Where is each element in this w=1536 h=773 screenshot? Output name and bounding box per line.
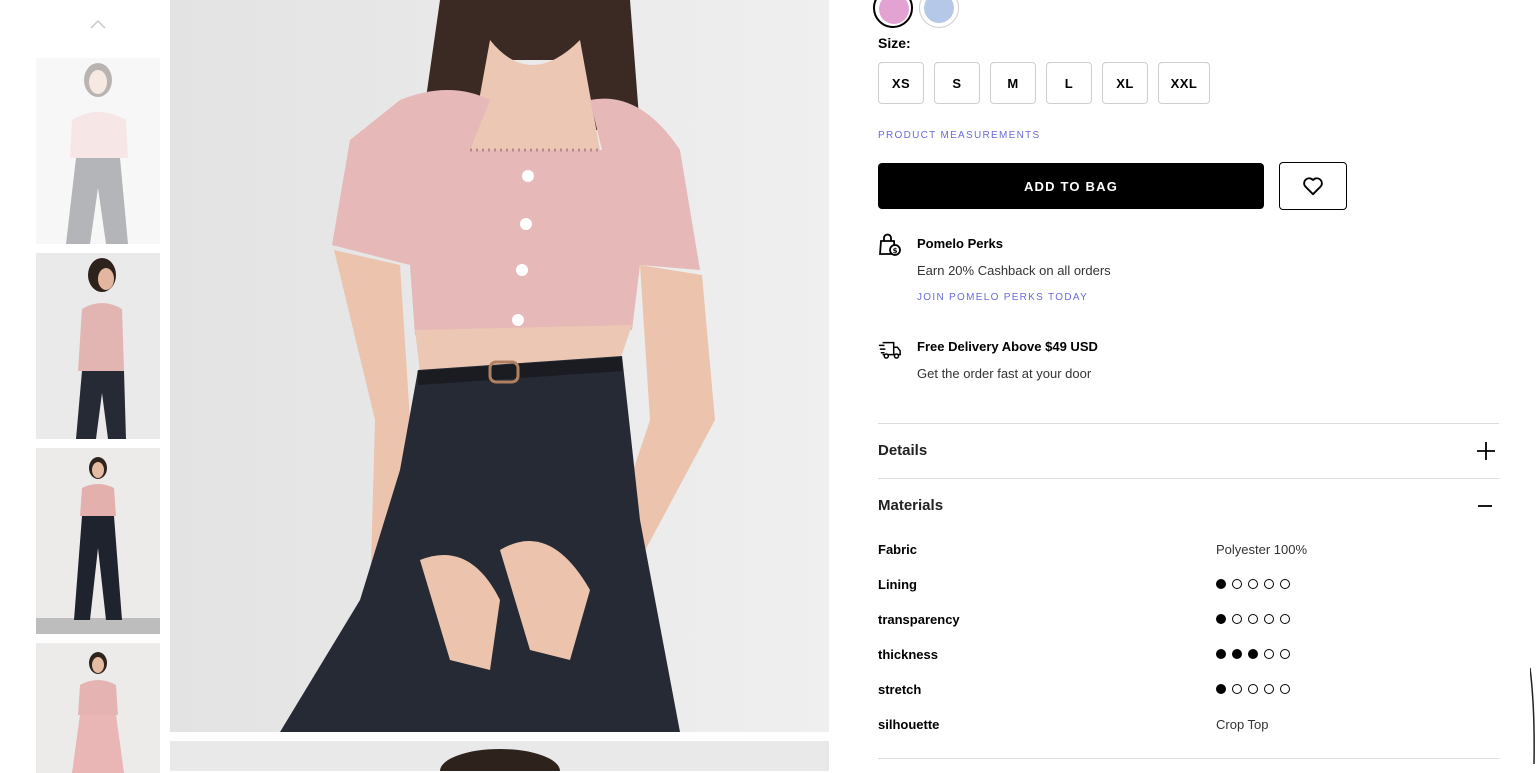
lining-label: Lining <box>878 577 917 592</box>
divider <box>878 478 1499 479</box>
thumbnail-back[interactable] <box>36 253 160 439</box>
stretch-rating-dot-4 <box>1264 684 1274 694</box>
color-swatch-pink[interactable] <box>873 0 913 28</box>
lining-rating <box>1216 579 1290 589</box>
size-option-xl[interactable]: XL <box>1102 62 1148 104</box>
delivery-title: Free Delivery Above $49 USD <box>917 339 1098 354</box>
size-label: Size: <box>878 35 911 51</box>
lining-rating-dot-3 <box>1248 579 1258 589</box>
material-row-transparency: transparency <box>878 612 1499 632</box>
scrollbar-edge[interactable] <box>1530 668 1536 764</box>
stretch-rating-dot-1 <box>1216 684 1226 694</box>
delivery-truck-icon <box>878 341 901 359</box>
silhouette-label: silhouette <box>878 717 940 732</box>
transparency-rating-dot-4 <box>1264 614 1274 624</box>
lining-rating-dot-4 <box>1264 579 1274 589</box>
wishlist-button[interactable] <box>1279 162 1347 210</box>
thumbnail-gallery <box>0 0 170 773</box>
secondary-product-image[interactable] <box>170 741 829 771</box>
chevron-up-icon[interactable] <box>86 12 110 36</box>
materials-accordion-header[interactable]: Materials <box>878 497 943 514</box>
color-swatch-light-blue[interactable] <box>919 0 959 28</box>
thickness-label: thickness <box>878 647 938 662</box>
transparency-rating-dot-5 <box>1280 614 1290 624</box>
size-option-s[interactable]: S <box>934 62 980 104</box>
transparency-rating-dot-1 <box>1216 614 1226 624</box>
silhouette-value: Crop Top <box>1216 717 1269 732</box>
size-option-xs[interactable]: XS <box>878 62 924 104</box>
size-option-l[interactable]: L <box>1046 62 1092 104</box>
product-info-panel: Size: XS S M L XL XXL PRODUCT MEASUREMEN… <box>873 0 1500 764</box>
fabric-label: Fabric <box>878 542 918 557</box>
thumbnail-front-faded[interactable] <box>36 58 160 244</box>
material-row-stretch: stretch <box>878 682 1499 702</box>
perks-description: Earn 20% Cashback on all orders <box>917 263 1111 278</box>
perks-title: Pomelo Perks <box>917 236 1003 251</box>
transparency-rating-dot-2 <box>1232 614 1242 624</box>
thickness-rating-dot-3 <box>1248 649 1258 659</box>
size-selector: XS S M L XL XXL <box>878 62 1210 104</box>
thickness-rating-dot-5 <box>1280 649 1290 659</box>
divider <box>878 758 1499 759</box>
thumbnail-full-set[interactable] <box>36 643 160 773</box>
plus-icon[interactable] <box>1476 441 1496 461</box>
stretch-rating-dot-2 <box>1232 684 1242 694</box>
delivery-description: Get the order fast at your door <box>917 366 1092 381</box>
main-product-image[interactable] <box>170 0 829 732</box>
shopping-bag-icon: $ <box>879 233 901 256</box>
transparency-rating-dot-3 <box>1248 614 1258 624</box>
product-measurements-link[interactable]: PRODUCT MEASUREMENTS <box>878 130 1041 141</box>
stretch-rating-dot-3 <box>1248 684 1258 694</box>
size-option-m[interactable]: M <box>990 62 1036 104</box>
material-row-fabric: Fabric Polyester 100% <box>878 542 1499 562</box>
stretch-rating-dot-5 <box>1280 684 1290 694</box>
material-row-lining: Lining <box>878 577 1499 597</box>
size-option-xxl[interactable]: XXL <box>1158 62 1210 104</box>
thumbnail-full-front[interactable] <box>36 448 160 634</box>
join-perks-link[interactable]: JOIN POMELO PERKS TODAY <box>917 292 1088 303</box>
thickness-rating-dot-4 <box>1264 649 1274 659</box>
lining-rating-dot-2 <box>1232 579 1242 589</box>
heart-icon <box>1303 177 1323 196</box>
material-row-thickness: thickness <box>878 647 1499 667</box>
stretch-rating <box>1216 684 1290 694</box>
fabric-value: Polyester 100% <box>1216 542 1308 557</box>
transparency-label: transparency <box>878 612 960 627</box>
thickness-rating <box>1216 649 1290 659</box>
thickness-rating-dot-2 <box>1232 649 1242 659</box>
material-row-silhouette: silhouette Crop Top <box>878 717 1499 737</box>
details-accordion-header[interactable]: Details <box>878 442 927 459</box>
transparency-rating <box>1216 614 1290 624</box>
lining-rating-dot-1 <box>1216 579 1226 589</box>
minus-icon[interactable] <box>1476 496 1496 516</box>
thickness-rating-dot-1 <box>1216 649 1226 659</box>
divider <box>878 423 1499 424</box>
add-to-bag-button[interactable]: ADD TO BAG <box>878 163 1264 209</box>
stretch-label: stretch <box>878 682 922 697</box>
svg-text:$: $ <box>893 247 898 255</box>
lining-rating-dot-5 <box>1280 579 1290 589</box>
